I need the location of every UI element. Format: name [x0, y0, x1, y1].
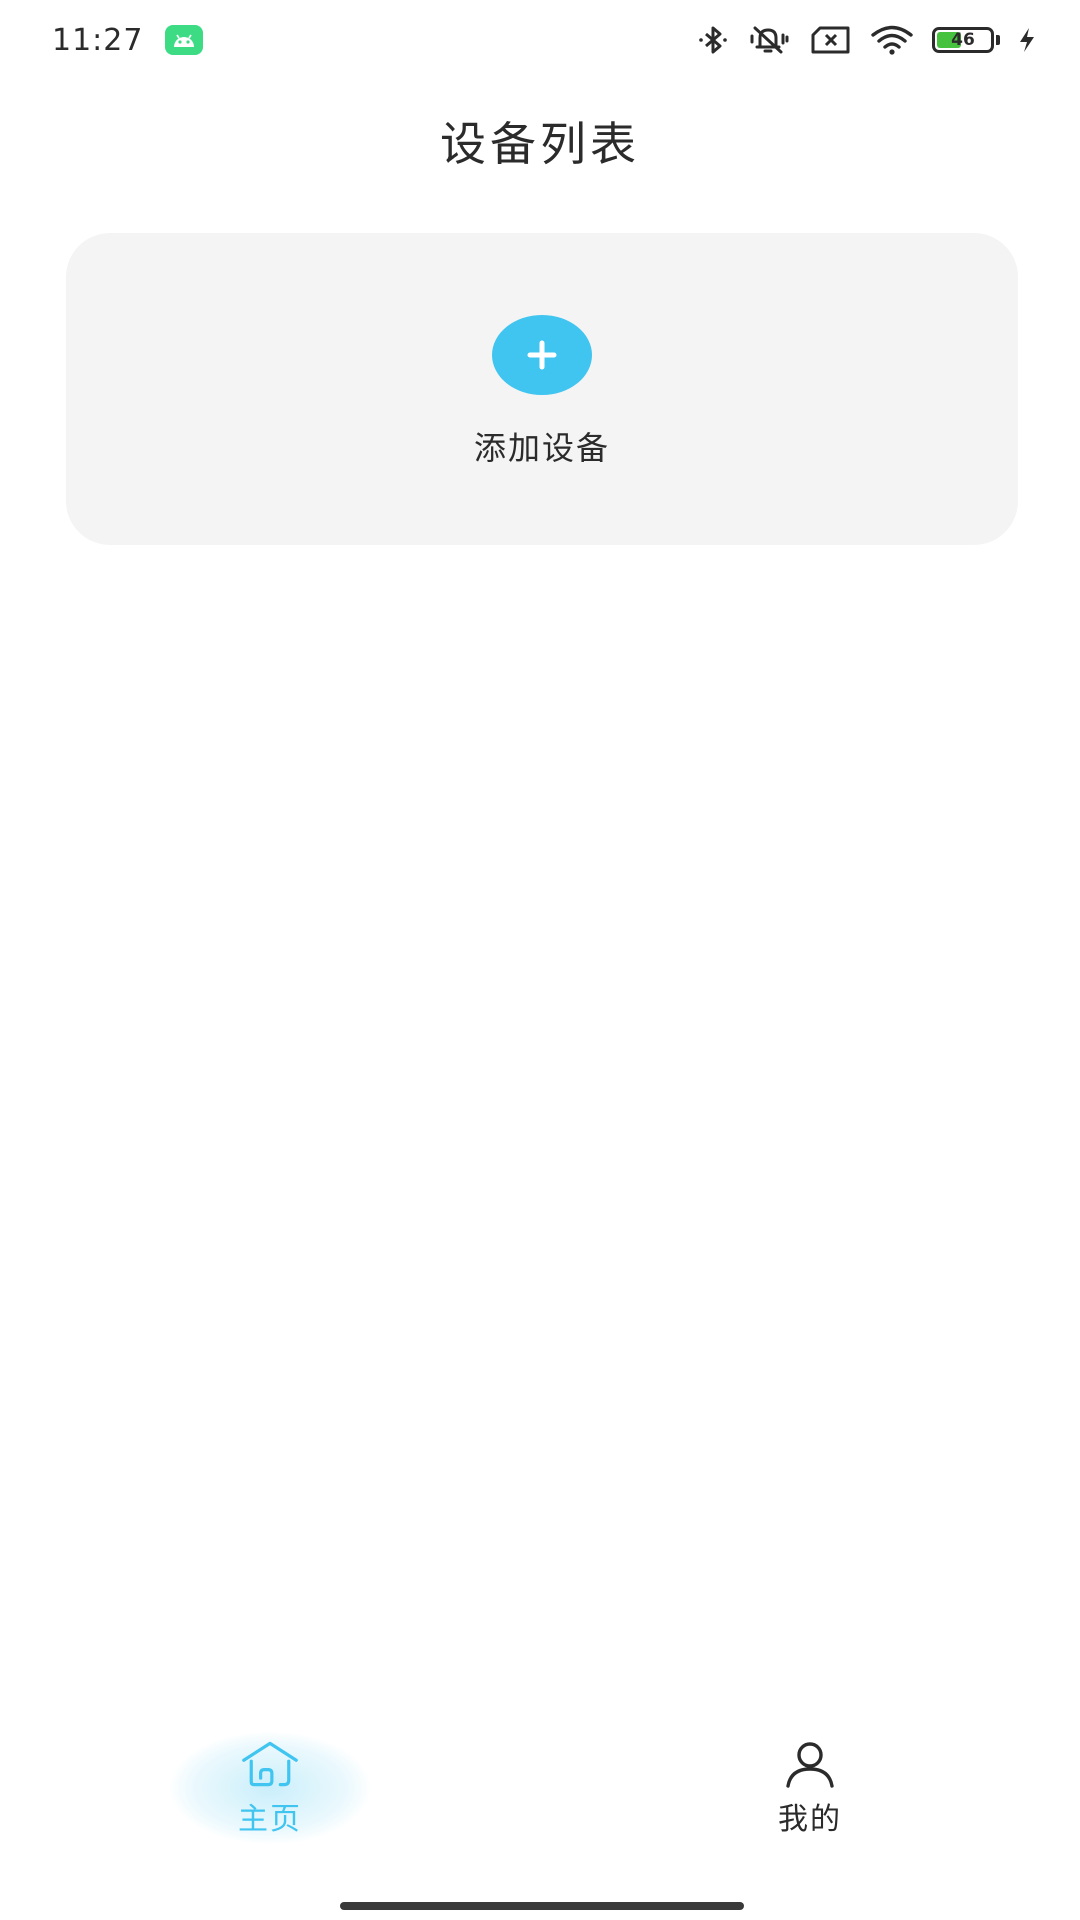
status-bar: 11:27 46 [0, 0, 1080, 80]
screen: 11:27 46 设备列表 添加设备 主页 我的 [0, 0, 1080, 1920]
nav-item-home[interactable]: 主页 [120, 1720, 420, 1860]
page-title: 设备列表 [440, 117, 640, 171]
home-icon [240, 1738, 300, 1790]
home-indicator[interactable] [340, 1902, 744, 1910]
battery-tip [996, 35, 1000, 45]
charging-icon [1018, 27, 1036, 53]
status-left: 11:27 [52, 22, 204, 58]
battery-level: 46 [951, 29, 975, 50]
battery-body: 46 [932, 27, 994, 53]
nav-label-home: 主页 [238, 1802, 302, 1837]
mute-icon [748, 23, 792, 57]
battery-icon: 46 [932, 27, 1000, 53]
nav-label-mine: 我的 [778, 1802, 842, 1837]
bluetooth-icon [696, 23, 730, 57]
bottom-nav: 主页 我的 [0, 1720, 1080, 1860]
wifi-icon [870, 24, 914, 56]
add-device-card[interactable]: 添加设备 [66, 233, 1018, 545]
plus-icon [527, 340, 557, 370]
status-time: 11:27 [52, 22, 144, 58]
nav-item-mine[interactable]: 我的 [660, 1720, 960, 1860]
android-icon [165, 25, 204, 55]
status-icons: 46 [696, 23, 1036, 57]
add-device-label: 添加设备 [473, 429, 610, 467]
add-device-button[interactable] [492, 315, 592, 395]
no-sim-icon [810, 25, 852, 55]
profile-icon [780, 1738, 840, 1790]
